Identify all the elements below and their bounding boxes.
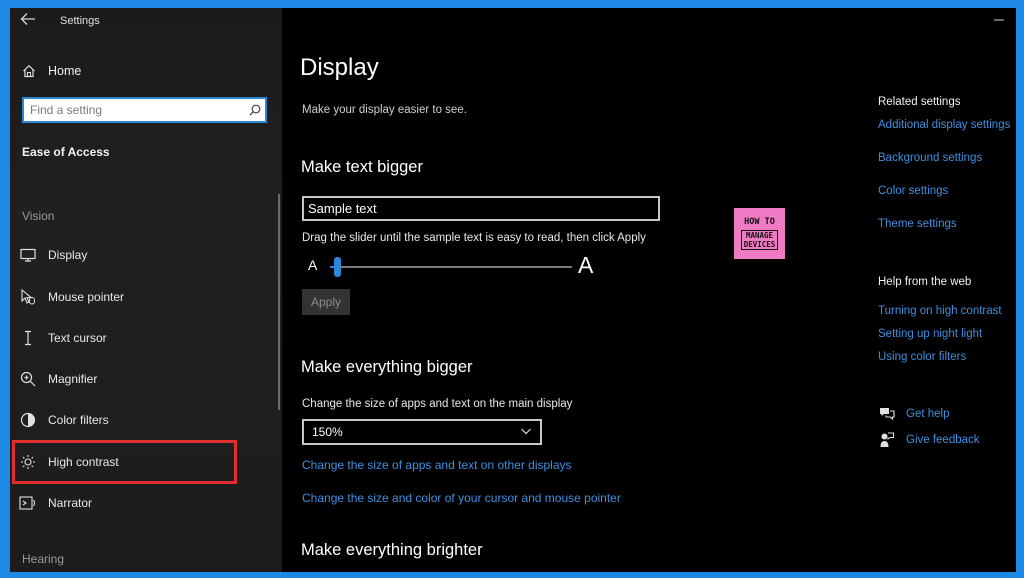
group-heading-vision: Vision xyxy=(22,209,55,223)
minimize-button[interactable] xyxy=(994,12,1004,28)
search-input[interactable] xyxy=(24,99,245,121)
sidebar: Settings Home Ease of Access Vision Disp… xyxy=(10,8,282,572)
link-color-settings[interactable]: Color settings xyxy=(878,185,948,197)
sidebar-item-display[interactable]: Display xyxy=(18,242,268,268)
link-using-color-filters[interactable]: Using color filters xyxy=(878,351,966,363)
give-feedback-link[interactable]: Give feedback xyxy=(878,431,980,449)
help-heading: Help from the web xyxy=(878,276,972,288)
title-bar: Settings xyxy=(10,8,282,36)
link-other-displays[interactable]: Change the size of apps and text on othe… xyxy=(302,458,572,472)
chevron-down-icon xyxy=(520,425,532,440)
slider-instruction: Drag the slider until the sample text is… xyxy=(302,232,646,244)
link-cursor-pointer[interactable]: Change the size and color of your cursor… xyxy=(302,491,621,505)
text-size-slider[interactable]: A A xyxy=(308,252,598,278)
back-button[interactable] xyxy=(20,12,40,30)
slider-max-label: A xyxy=(578,252,594,278)
related-settings-heading: Related settings xyxy=(878,96,961,108)
logo-box: MANAGE DEVICES xyxy=(740,230,779,250)
search-box[interactable] xyxy=(22,97,267,123)
section-title: Ease of Access xyxy=(22,145,110,159)
link-additional-display-settings[interactable]: Additional display settings xyxy=(878,119,1010,131)
sidebar-item-label: Color filters xyxy=(48,413,109,427)
get-help-label: Get help xyxy=(906,408,950,420)
sidebar-item-label: Display xyxy=(48,248,88,262)
sidebar-item-magnifier[interactable]: Magnifier xyxy=(18,366,268,392)
sidebar-item-home[interactable]: Home xyxy=(20,60,81,82)
heading-make-text-bigger: Make text bigger xyxy=(301,158,423,176)
text-cursor-icon xyxy=(18,328,38,348)
sample-text-preview: Sample text xyxy=(302,196,660,221)
sidebar-item-narrator[interactable]: Narrator xyxy=(18,490,268,516)
link-turning-on-high-contrast[interactable]: Turning on high contrast xyxy=(878,305,1002,317)
scale-dropdown[interactable]: 150% xyxy=(302,419,542,445)
main-content: Display Make your display easier to see.… xyxy=(282,8,1016,572)
back-arrow-icon xyxy=(20,13,35,25)
monitor-icon xyxy=(18,245,38,265)
sidebar-item-mouse-pointer[interactable]: Mouse pointer xyxy=(18,284,268,310)
slider-track[interactable] xyxy=(330,266,572,268)
home-label: Home xyxy=(48,64,82,78)
minimize-icon xyxy=(994,19,1004,21)
home-icon xyxy=(20,62,38,80)
page-subtitle: Make your display easier to see. xyxy=(302,104,467,116)
mouse-pointer-icon xyxy=(18,287,38,307)
sidebar-item-color-filters[interactable]: Color filters xyxy=(18,407,268,433)
help-chat-icon xyxy=(878,405,896,423)
color-filters-icon xyxy=(18,410,38,430)
search-icon[interactable] xyxy=(245,104,265,116)
link-background-settings[interactable]: Background settings xyxy=(878,152,982,164)
logo-line2: MANAGE xyxy=(745,231,774,240)
slider-thumb[interactable] xyxy=(333,257,341,277)
logo-line1: HOW TO xyxy=(744,217,775,227)
sidebar-item-label: Mouse pointer xyxy=(48,290,125,304)
sidebar-item-text-cursor[interactable]: Text cursor xyxy=(18,325,268,351)
narrator-icon xyxy=(18,493,38,513)
apply-button[interactable]: Apply xyxy=(302,289,350,315)
sidebar-item-label: Text cursor xyxy=(48,331,107,345)
sidebar-scrollbar[interactable] xyxy=(278,194,280,410)
group-heading-hearing: Hearing xyxy=(22,552,65,566)
scale-instruction: Change the size of apps and text on the … xyxy=(302,398,573,410)
heading-make-everything-brighter: Make everything brighter xyxy=(301,541,483,559)
link-theme-settings[interactable]: Theme settings xyxy=(878,218,957,230)
settings-window: Settings Home Ease of Access Vision Disp… xyxy=(10,8,1016,572)
slider-min-label: A xyxy=(308,257,318,273)
highlight-annotation xyxy=(12,440,237,484)
scale-value: 150% xyxy=(312,425,343,439)
magnifier-icon xyxy=(18,369,38,389)
heading-make-everything-bigger: Make everything bigger xyxy=(301,358,473,376)
sidebar-item-label: Narrator xyxy=(48,496,93,510)
feedback-icon xyxy=(878,431,896,449)
how-to-manage-devices-logo: HOW TO MANAGE DEVICES xyxy=(734,208,785,259)
page-title: Display xyxy=(300,54,379,81)
app-title: Settings xyxy=(60,15,100,27)
give-feedback-label: Give feedback xyxy=(906,434,980,446)
link-setting-up-night-light[interactable]: Setting up night light xyxy=(878,328,982,340)
get-help-link[interactable]: Get help xyxy=(878,405,949,423)
sidebar-item-label: Magnifier xyxy=(48,372,98,386)
logo-line3: DEVICES xyxy=(743,240,776,249)
